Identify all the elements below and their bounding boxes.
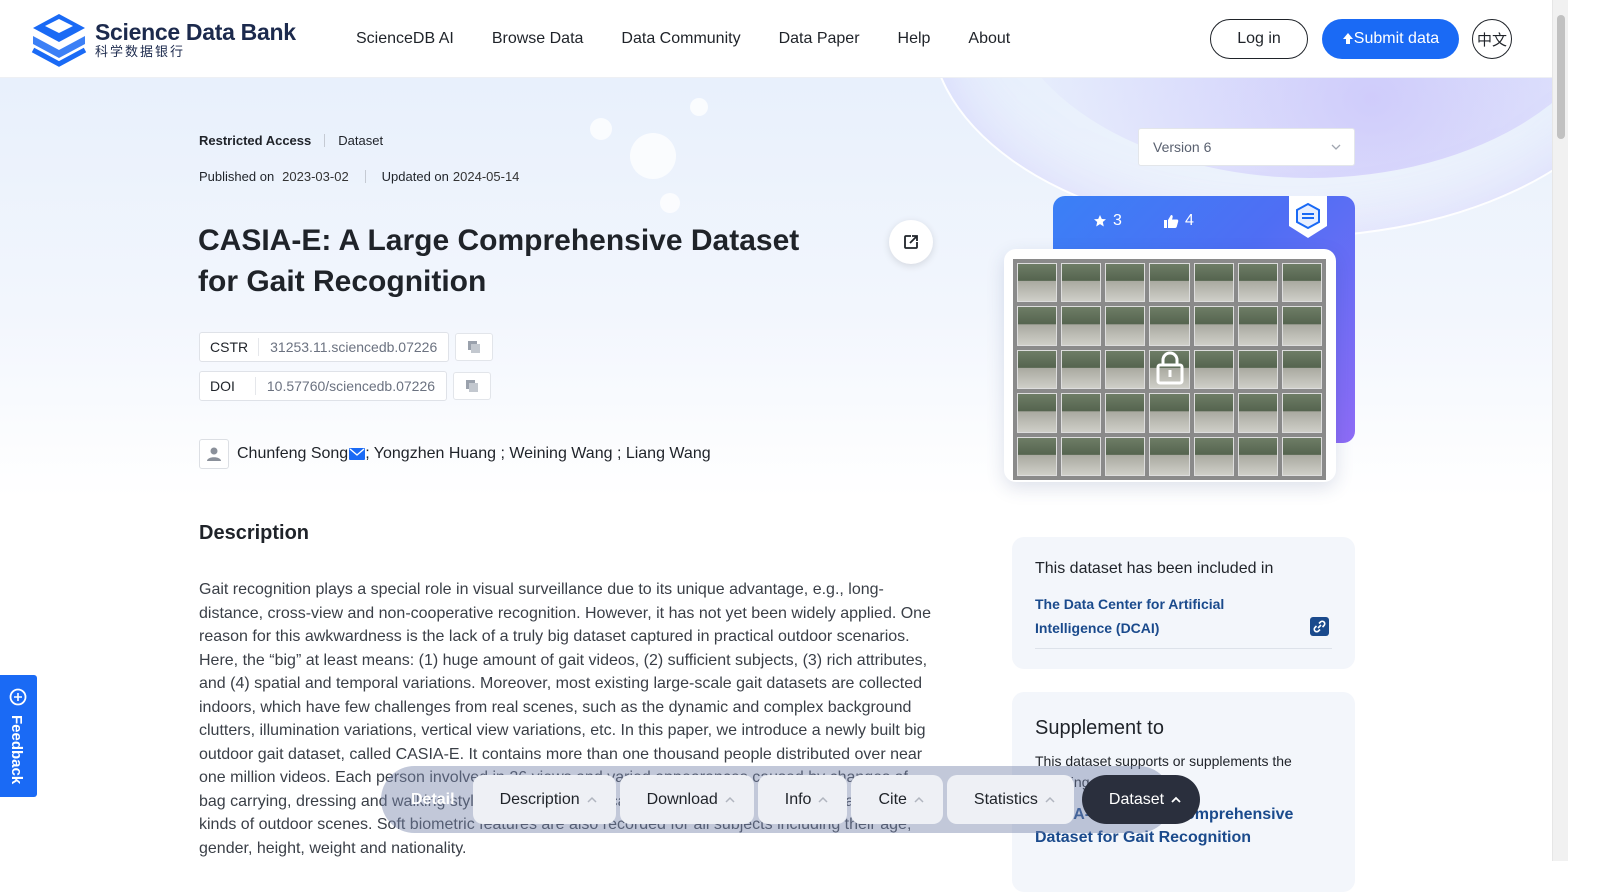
published-date: 2023-03-02 [282, 169, 349, 184]
included-heading: This dataset has been included in [1035, 560, 1274, 577]
feedback-button[interactable]: Feedback [0, 675, 37, 797]
copy-icon [468, 341, 481, 353]
date-meta: Published on 2023-03-02 Updated on 2024-… [199, 169, 519, 184]
published-label: Published on [199, 169, 275, 184]
like-value: 4 [1185, 212, 1194, 229]
upload-icon [1342, 33, 1353, 44]
author-others: ; Yongzhen Huang ; Weining Wang ; Liang … [365, 445, 711, 462]
like-count[interactable]: 4 [1164, 212, 1194, 230]
preview-card [1004, 249, 1336, 482]
external-link-icon [904, 235, 918, 249]
decor-molecule [690, 98, 708, 116]
scrollbar-thumb[interactable] [1557, 15, 1565, 139]
star-value: 3 [1113, 212, 1122, 229]
star-count[interactable]: 3 [1093, 212, 1122, 230]
updated-label: Updated on [381, 169, 449, 184]
link-icon[interactable] [1310, 617, 1329, 636]
chevron-up-icon [818, 796, 828, 803]
nav-data-community[interactable]: Data Community [621, 30, 740, 48]
thumbs-up-icon [1164, 215, 1179, 228]
top-header: Science Data Bank 科学数据银行 ScienceDB AI Br… [0, 0, 1552, 78]
tab-label: Description [499, 790, 580, 808]
login-button[interactable]: Log in [1210, 19, 1308, 59]
feedback-icon [9, 688, 27, 706]
email-icon[interactable] [349, 448, 366, 460]
logo-title: Science Data Bank [95, 19, 296, 45]
copy-doi-button[interactable] [453, 372, 492, 400]
dataset-preview-image[interactable] [1013, 259, 1326, 480]
nav-help[interactable]: Help [898, 30, 931, 48]
nav-about[interactable]: About [968, 30, 1010, 48]
lock-icon [1156, 351, 1184, 385]
author-corresponding[interactable]: Chunfeng Song [237, 445, 348, 463]
decor-molecule [590, 118, 612, 140]
divider [324, 134, 326, 147]
chevron-up-icon [587, 796, 597, 803]
decor-molecule [660, 193, 680, 213]
dataset-title: CASIA-E: A Large Comprehensive Dataset f… [198, 224, 800, 298]
star-icon [1094, 215, 1106, 227]
cstr-row: CSTR 31253.11.sciencedb.07226 [199, 332, 494, 362]
version-select[interactable]: Version 6 [1138, 128, 1355, 166]
dataset-type: Dataset [338, 133, 384, 148]
included-collection-link[interactable]: The Data Center for Artificial Intellige… [1035, 592, 1305, 640]
chevron-down-icon [1331, 144, 1341, 150]
share-button[interactable] [889, 220, 933, 264]
site-logo[interactable]: Science Data Bank 科学数据银行 [31, 12, 296, 68]
tab-label: Download [646, 790, 718, 808]
divider [364, 170, 366, 183]
decor-molecule [630, 133, 676, 179]
doi-label: DOI [200, 377, 256, 395]
supplement-heading: Supplement to [1035, 717, 1164, 739]
tab-label: Cite [878, 790, 907, 808]
submit-data-label: Submit data [1353, 30, 1440, 47]
tab-dataset[interactable]: Dataset [1081, 775, 1201, 824]
main-nav: ScienceDB AI Browse Data Data Community … [356, 0, 1048, 78]
tab-cite[interactable]: Cite [851, 775, 943, 824]
updated-date: 2024-05-14 [452, 169, 520, 184]
author-list: Chunfeng Song ; Yongzhen Huang ; Weining… [199, 439, 711, 469]
chevron-up-icon [1171, 796, 1181, 803]
cstr-label: CSTR [200, 338, 260, 356]
feedback-label: Feedback [8, 715, 25, 785]
doi-value[interactable]: 10.57760/sciencedb.07226 [256, 378, 446, 394]
cstr-value[interactable]: 31253.11.sciencedb.07226 [259, 339, 448, 355]
description-heading: Description [199, 522, 310, 544]
chevron-up-icon [914, 796, 924, 803]
page-scrollbar[interactable] [1552, 0, 1568, 861]
logo-subtitle: 科学数据银行 [95, 44, 186, 59]
chevron-up-icon [725, 796, 735, 803]
access-label: Restricted Access [199, 133, 312, 148]
logo-icon [31, 14, 87, 67]
divider [1035, 648, 1332, 649]
person-icon [199, 439, 229, 469]
section-tab-bar: Detail Description Download Info Cite St… [381, 766, 1201, 833]
tab-download[interactable]: Download [619, 775, 754, 824]
submit-data-button[interactable]: Submit data [1322, 19, 1459, 59]
detail-label[interactable]: Detail [411, 791, 455, 809]
tab-label: Dataset [1108, 790, 1165, 808]
cstr-box: CSTR 31253.11.sciencedb.07226 [199, 332, 450, 362]
certified-badge-icon [1289, 196, 1327, 238]
nav-sciencedb-ai[interactable]: ScienceDB AI [356, 30, 454, 48]
tab-statistics[interactable]: Statistics [946, 775, 1074, 824]
copy-icon [466, 380, 479, 392]
tab-info[interactable]: Info [757, 775, 848, 824]
nav-browse-data[interactable]: Browse Data [492, 30, 584, 48]
copy-cstr-button[interactable] [455, 333, 494, 361]
access-meta: Restricted Access Dataset [199, 133, 383, 148]
doi-row: DOI 10.57760/sciencedb.07226 [199, 371, 492, 401]
chevron-up-icon [1045, 796, 1055, 803]
tab-description[interactable]: Description [472, 775, 616, 824]
version-value: Version 6 [1153, 139, 1212, 155]
doi-box: DOI 10.57760/sciencedb.07226 [199, 371, 448, 401]
tab-label: Statistics [973, 790, 1038, 808]
tab-label: Info [784, 790, 812, 808]
language-switch[interactable]: 中文 [1472, 19, 1512, 59]
included-in-card: This dataset has been included in The Da… [1012, 537, 1355, 669]
nav-data-paper[interactable]: Data Paper [779, 30, 860, 48]
